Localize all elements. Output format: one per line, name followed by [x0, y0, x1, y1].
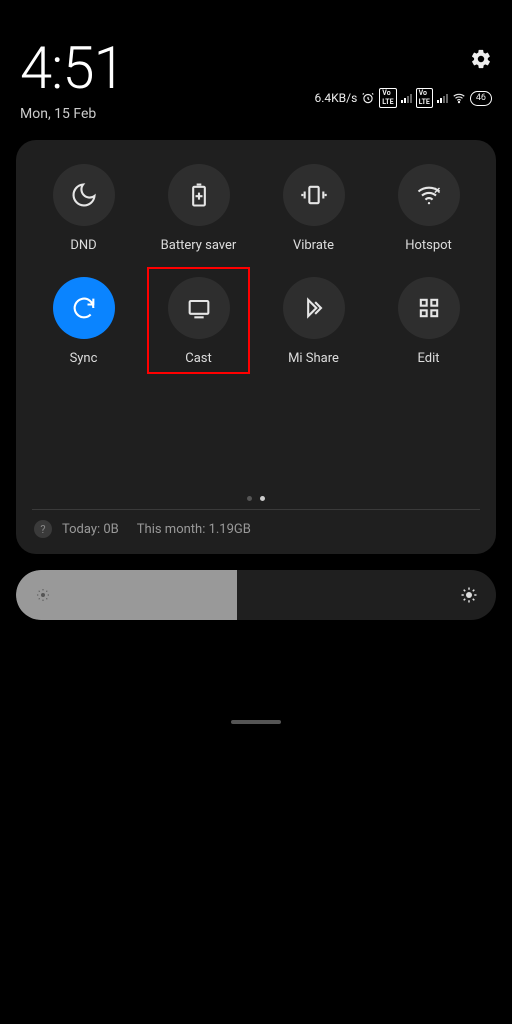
volte-badge-2: VoLTE: [416, 88, 433, 108]
tile-battery-saver[interactable]: Battery saver: [141, 164, 256, 253]
wifi-icon: [452, 91, 466, 105]
settings-button[interactable]: [470, 48, 492, 74]
alarm-icon: [361, 91, 375, 105]
battery-plus-icon: [185, 181, 213, 209]
usage-today: Today: 0B: [62, 522, 119, 537]
tile-label: Mi Share: [288, 351, 339, 366]
tile-sync[interactable]: Sync: [26, 277, 141, 366]
divider: [32, 509, 480, 510]
nav-handle[interactable]: [231, 720, 281, 724]
status-area: 4:51 Mon, 15 Feb 6.4KB/s VoLTE VoLTE 46: [0, 0, 512, 132]
signal-icon-1: [401, 93, 412, 103]
grid-icon: [415, 294, 443, 322]
page-indicator: [26, 496, 486, 501]
tile-hotspot[interactable]: Hotspot: [371, 164, 486, 253]
tile-label: DND: [70, 238, 96, 253]
tile-label: Edit: [417, 351, 439, 366]
quick-settings-panel: DND Battery saver Vibrate Hotspot Sync: [16, 140, 496, 554]
moon-icon: [70, 181, 98, 209]
data-usage-row[interactable]: ? Today: 0B This month: 1.19GB: [26, 520, 486, 538]
brightness-low-icon: [34, 586, 52, 604]
tile-mi-share[interactable]: Mi Share: [256, 277, 371, 366]
cast-icon: [185, 294, 213, 322]
usage-month: This month: 1.19GB: [137, 522, 251, 537]
network-speed: 6.4KB/s: [314, 91, 357, 105]
help-icon: ?: [34, 520, 52, 538]
tile-label: Hotspot: [405, 238, 452, 253]
vibrate-icon: [300, 181, 328, 209]
sync-icon: [70, 294, 98, 322]
tile-label: Vibrate: [293, 238, 334, 253]
tile-dnd[interactable]: DND: [26, 164, 141, 253]
tile-label: Cast: [185, 351, 212, 366]
tile-cast[interactable]: Cast: [141, 277, 256, 366]
signal-icon-2: [437, 93, 448, 103]
volte-badge-1: VoLTE: [379, 88, 396, 108]
brightness-slider[interactable]: [16, 570, 496, 620]
hotspot-icon: [415, 181, 443, 209]
clock-date: Mon, 15 Feb: [20, 106, 125, 122]
tile-vibrate[interactable]: Vibrate: [256, 164, 371, 253]
mishare-icon: [300, 294, 328, 322]
tile-edit[interactable]: Edit: [371, 277, 486, 366]
battery-level: 46: [470, 91, 492, 106]
clock-time: 4:51: [20, 40, 125, 98]
tile-label: Sync: [70, 351, 98, 366]
status-bar: 6.4KB/s VoLTE VoLTE 46: [314, 88, 492, 108]
tile-label: Battery saver: [161, 238, 237, 253]
brightness-high-icon: [460, 586, 478, 604]
